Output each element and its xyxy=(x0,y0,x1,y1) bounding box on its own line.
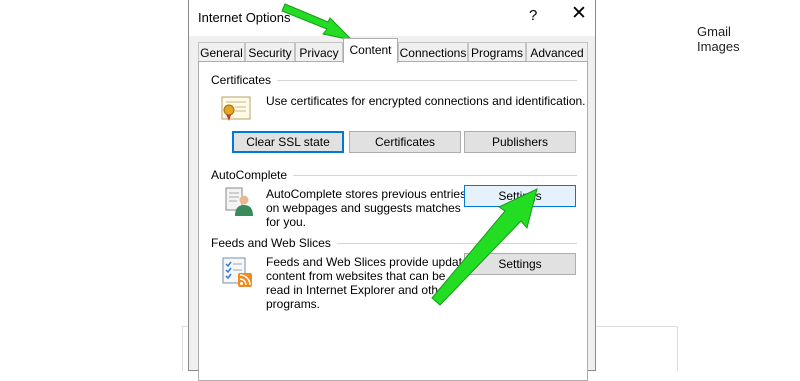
tab-content[interactable]: Content xyxy=(343,38,398,63)
feeds-settings-button[interactable]: Settings xyxy=(464,253,576,275)
dialog-title: Internet Options xyxy=(198,10,291,25)
clear-ssl-state-button[interactable]: Clear SSL state xyxy=(232,131,344,153)
certificate-icon xyxy=(221,96,251,121)
content-tab-panel: Certificates Use certificates for encryp… xyxy=(198,61,588,381)
internet-options-dialog: Internet Options ? ✕ General Security Pr… xyxy=(188,0,596,381)
feeds-description-line-3: read in Internet Explorer and other xyxy=(266,283,449,297)
certificates-divider xyxy=(275,80,577,81)
certificates-description: Use certificates for encrypted connectio… xyxy=(266,94,586,108)
autocomplete-settings-button[interactable]: Settings xyxy=(464,185,576,207)
publishers-button[interactable]: Publishers xyxy=(464,131,576,153)
autocomplete-group-label: AutoComplete xyxy=(211,168,294,182)
feeds-icon xyxy=(222,257,252,287)
certificates-group-label: Certificates xyxy=(211,73,278,87)
tab-security[interactable]: Security xyxy=(245,42,295,62)
autocomplete-description-line-2: on webpages and suggests matches xyxy=(266,201,461,215)
autocomplete-icon xyxy=(225,187,253,216)
gmail-link[interactable]: Gmail xyxy=(697,24,731,39)
feeds-description-line-4: programs. xyxy=(266,297,321,311)
feeds-divider xyxy=(322,243,577,244)
feeds-group-label: Feeds and Web Slices xyxy=(211,236,337,250)
tab-privacy[interactable]: Privacy xyxy=(295,42,343,62)
tab-connections[interactable]: Connections xyxy=(398,42,468,62)
autocomplete-divider xyxy=(289,175,577,176)
images-link[interactable]: Images xyxy=(697,39,740,54)
help-button[interactable]: ? xyxy=(529,7,537,24)
title-bar: Internet Options ? ✕ xyxy=(189,0,595,36)
tab-programs[interactable]: Programs xyxy=(468,42,526,62)
autocomplete-description-line-3: for you. xyxy=(266,215,307,229)
tab-general[interactable]: General xyxy=(198,42,245,62)
feeds-description-line-1: Feeds and Web Slices provide updated xyxy=(266,255,476,269)
tab-advanced[interactable]: Advanced xyxy=(526,42,588,62)
feeds-description-line-2: content from websites that can be xyxy=(266,269,446,283)
close-button[interactable]: ✕ xyxy=(571,4,587,24)
certificates-button[interactable]: Certificates xyxy=(349,131,461,153)
autocomplete-description-line-1: AutoComplete stores previous entries xyxy=(266,187,467,201)
google-header-links: Gmail Images xyxy=(697,24,800,54)
